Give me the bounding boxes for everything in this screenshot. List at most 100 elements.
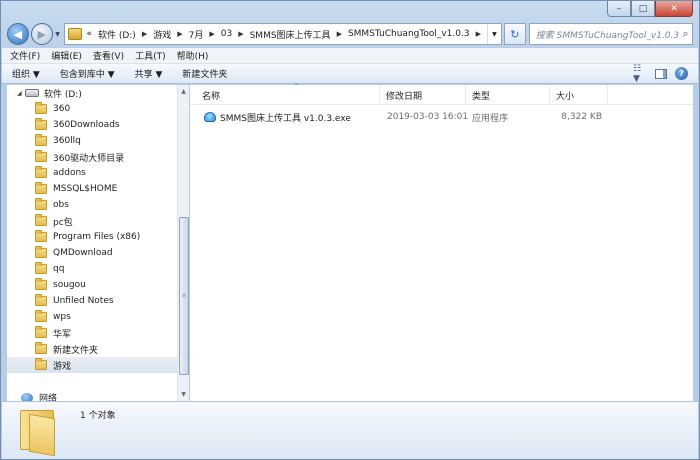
breadcrumb-separator-icon[interactable]: ▶ bbox=[238, 30, 243, 38]
tree-item-folder[interactable]: addons bbox=[7, 165, 188, 181]
tree-item-folder[interactable]: Unfiled Notes bbox=[7, 293, 188, 309]
tree-item-folder[interactable]: pc包 bbox=[7, 213, 188, 229]
tree-item-folder-selected[interactable]: 游戏 bbox=[7, 357, 188, 373]
search-input[interactable]: 搜索 SMMSTuChuangTool_v1.0.3 ⌕ bbox=[528, 23, 693, 45]
search-icon[interactable]: ⌕ bbox=[679, 24, 692, 44]
breadcrumb-separator-icon[interactable]: ▶ bbox=[209, 30, 214, 38]
menu-edit[interactable]: 编辑(E) bbox=[51, 49, 82, 62]
tree-item-folder[interactable]: MSSQL$HOME bbox=[7, 181, 188, 197]
breadcrumb-03[interactable]: 03 bbox=[221, 29, 232, 39]
tree-item-label: addons bbox=[53, 168, 86, 178]
breadcrumb-drive[interactable]: 软件 (D:) bbox=[98, 28, 136, 41]
tree-item-label: QMDownload bbox=[53, 248, 113, 258]
folder-icon bbox=[35, 342, 47, 354]
column-header-type[interactable]: 类型 bbox=[466, 85, 550, 105]
refresh-button[interactable]: ↻ bbox=[503, 23, 526, 45]
folder-icon bbox=[35, 246, 47, 258]
menu-file[interactable]: 文件(F) bbox=[10, 49, 40, 62]
scroll-down-icon[interactable]: ▼ bbox=[178, 388, 189, 401]
expand-icon[interactable]: ◢ bbox=[17, 90, 22, 97]
folder-icon bbox=[35, 262, 47, 274]
address-dropdown-icon[interactable]: ▼ bbox=[486, 24, 501, 44]
help-icon[interactable]: ? bbox=[675, 67, 688, 80]
application-icon bbox=[204, 112, 216, 122]
folder-icon bbox=[35, 150, 47, 162]
column-headers: 名称 ^ 修改日期 类型 大小 bbox=[190, 83, 693, 105]
item-count: 1 个对象 bbox=[80, 411, 116, 421]
tree-item-label: 软件 (D:) bbox=[44, 89, 82, 100]
tree-item-folder[interactable]: wps bbox=[7, 309, 188, 325]
folder-icon bbox=[35, 294, 47, 306]
file-list: 名称 ^ 修改日期 类型 大小 SMMS图床上传工具 v1.0.3.exe 20… bbox=[190, 83, 693, 401]
folder-thumbnail-icon bbox=[20, 410, 54, 450]
share-button[interactable]: 共享 ▼ bbox=[135, 67, 163, 80]
tree-item-folder[interactable]: 新建文件夹 bbox=[7, 341, 188, 357]
tree-item-label: pc包 bbox=[53, 217, 73, 228]
preview-pane-icon[interactable] bbox=[655, 68, 667, 79]
tree-item-folder[interactable]: 360llq bbox=[7, 133, 188, 149]
column-header-label: 修改日期 bbox=[386, 91, 423, 102]
history-dropdown-icon[interactable]: ▼ bbox=[53, 31, 63, 38]
breadcrumb-separator-icon[interactable]: ▶ bbox=[337, 30, 342, 38]
tree-item-folder[interactable]: 360驱动大师目录 bbox=[7, 149, 188, 165]
tree-item-label: MSSQL$HOME bbox=[53, 184, 118, 194]
tree-item-folder[interactable]: 360 bbox=[7, 101, 188, 117]
tree-item-folder[interactable]: Program Files (x86) bbox=[7, 229, 188, 245]
organize-button[interactable]: 组织 ▼ bbox=[12, 67, 40, 80]
folder-icon bbox=[35, 230, 47, 242]
breadcrumb-separator-icon[interactable]: ▶ bbox=[476, 30, 481, 38]
folder-icon bbox=[35, 358, 47, 370]
folder-icon bbox=[35, 198, 47, 210]
tree-item-label: Unfiled Notes bbox=[53, 296, 114, 306]
breadcrumb-smms-tool[interactable]: SMMS图床上传工具 bbox=[250, 28, 331, 41]
menu-tools[interactable]: 工具(T) bbox=[135, 49, 166, 62]
tree-item-folder[interactable]: 360Downloads bbox=[7, 117, 188, 133]
tree-item-folder[interactable]: obs bbox=[7, 197, 188, 213]
breadcrumb-games[interactable]: 游戏 bbox=[153, 28, 171, 41]
menu-help[interactable]: 帮助(H) bbox=[177, 49, 209, 62]
column-header-modified[interactable]: 修改日期 bbox=[380, 85, 466, 105]
tree-item-label: 华军 bbox=[53, 329, 72, 340]
tree-item-folder[interactable]: qq bbox=[7, 261, 188, 277]
file-name-cell[interactable]: SMMS图床上传工具 v1.0.3.exe bbox=[204, 107, 351, 127]
breadcrumb-current-folder[interactable]: SMMSTuChuangTool_v1.0.3 bbox=[348, 29, 470, 39]
toolbar-right-group: ☷ ▼ ? bbox=[625, 64, 688, 84]
file-size: 8,322 KB bbox=[561, 112, 602, 122]
address-bar[interactable]: « 软件 (D:) ▶ 游戏 ▶ 7月 ▶ 03 ▶ SMMS图床上传工具 ▶ … bbox=[64, 23, 502, 45]
view-options-icon[interactable]: ☷ ▼ bbox=[633, 64, 647, 84]
tree-item-folder[interactable]: sougou bbox=[7, 277, 188, 293]
include-in-library-button[interactable]: 包含到库中 ▼ bbox=[60, 67, 115, 80]
tree-item-label: Program Files (x86) bbox=[53, 232, 141, 242]
tree-item-label: qq bbox=[53, 264, 65, 274]
forward-button[interactable]: ▶ bbox=[30, 23, 53, 45]
tree-item-label: 360Downloads bbox=[53, 120, 120, 130]
tree-item-label: 360驱动大师目录 bbox=[53, 153, 125, 164]
tree-item-drive-d[interactable]: ◢ 软件 (D:) bbox=[7, 85, 188, 101]
breadcrumb-july[interactable]: 7月 bbox=[189, 28, 204, 41]
maximize-button[interactable]: □ bbox=[631, 1, 655, 17]
column-header-label: 名称 bbox=[202, 91, 221, 102]
scroll-thumb[interactable]: ≡ bbox=[179, 217, 189, 375]
tree-item-folder[interactable]: 华军 bbox=[7, 325, 188, 341]
sort-ascending-icon: ^ bbox=[294, 83, 300, 90]
scroll-up-icon[interactable]: ▲ bbox=[178, 85, 189, 98]
new-folder-button[interactable]: 新建文件夹 bbox=[182, 67, 227, 80]
search-placeholder: 搜索 SMMSTuChuangTool_v1.0.3 bbox=[535, 30, 680, 41]
breadcrumb-overflow[interactable]: « bbox=[86, 29, 92, 39]
table-row[interactable]: SMMS图床上传工具 v1.0.3.exe 2019-03-03 16:01 应… bbox=[190, 107, 693, 127]
back-button[interactable]: ◀ bbox=[7, 23, 29, 45]
explorer-window: – □ ✕ ◀ ▶ ▼ « 软件 (D:) ▶ 游戏 ▶ 7月 ▶ 03 ▶ S… bbox=[0, 0, 700, 460]
tree-item-network[interactable]: 网络 bbox=[21, 391, 57, 401]
tree-item-folder[interactable]: QMDownload bbox=[7, 245, 188, 261]
column-header-size[interactable]: 大小 bbox=[550, 85, 608, 105]
folder-icon bbox=[35, 278, 47, 290]
menu-view[interactable]: 查看(V) bbox=[93, 49, 124, 62]
file-modified: 2019-03-03 16:01 bbox=[387, 112, 469, 122]
column-header-name[interactable]: 名称 ^ bbox=[196, 83, 380, 105]
breadcrumb-separator-icon[interactable]: ▶ bbox=[177, 30, 182, 38]
close-button[interactable]: ✕ bbox=[655, 1, 693, 17]
navigation-pane-scrollbar[interactable]: ▲ ≡ ▼ bbox=[177, 85, 189, 401]
breadcrumb-separator-icon[interactable]: ▶ bbox=[142, 30, 147, 38]
command-bar: 组织 ▼ 包含到库中 ▼ 共享 ▼ 新建文件夹 ☷ ▼ ? bbox=[2, 64, 698, 84]
minimize-button[interactable]: – bbox=[607, 1, 631, 17]
